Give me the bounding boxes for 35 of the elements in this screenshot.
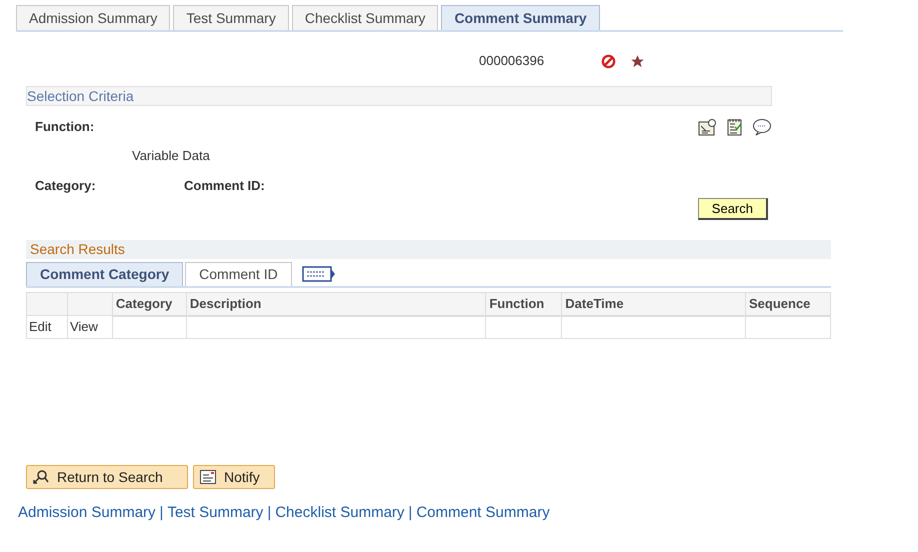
speech-bubble-icon[interactable]	[752, 118, 772, 136]
column-header: DateTime	[562, 292, 746, 316]
no-entry-icon	[601, 54, 616, 68]
record-id: 000006396	[479, 52, 544, 70]
tab[interactable]: Checklist Summary	[292, 5, 438, 30]
notify-button[interactable]: Notify	[193, 465, 275, 489]
column-header: Category	[112, 292, 186, 316]
tab[interactable]: Test Summary	[173, 5, 289, 30]
section-header: Search Results	[26, 240, 831, 259]
footer-link[interactable]: Test Summary	[167, 502, 264, 524]
tab[interactable]: Admission Summary	[16, 5, 170, 30]
field-value: Variable Data	[132, 147, 210, 164]
field-label: Comment ID:	[184, 177, 265, 194]
grid-view-icon[interactable]	[302, 266, 336, 282]
note-icon	[200, 470, 216, 484]
link-separator: |	[266, 503, 272, 523]
field-label: Category:	[35, 177, 97, 194]
tab[interactable]: Comment ID	[185, 262, 292, 286]
section-header: Selection Criteria	[26, 86, 772, 106]
search-button[interactable]: Search	[698, 198, 768, 220]
star-icon[interactable]	[630, 54, 646, 68]
tab[interactable]: Comment Summary	[441, 5, 600, 30]
column-header: Function	[486, 292, 562, 316]
footer-link[interactable]: Admission Summary	[18, 502, 156, 524]
link-separator: |	[407, 503, 414, 523]
link-separator: |	[158, 503, 164, 523]
checklist-icon[interactable]	[727, 118, 743, 136]
field-label: Function:	[35, 118, 94, 136]
footer-link[interactable]: Comment Summary	[416, 502, 550, 524]
tab[interactable]: Comment Category	[26, 262, 184, 286]
column-header: Description	[186, 292, 486, 316]
column-header: Sequence	[745, 292, 830, 316]
return-to-search-button[interactable]: Return to Search	[26, 465, 188, 489]
search-icon	[33, 469, 49, 485]
footer-link[interactable]: Checklist Summary	[275, 502, 404, 524]
